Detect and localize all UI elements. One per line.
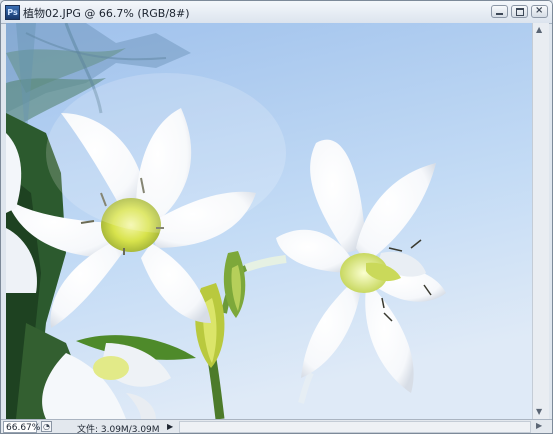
lily-photo xyxy=(6,23,532,419)
image-canvas[interactable] xyxy=(6,23,532,419)
maximize-icon xyxy=(516,8,524,16)
horizontal-scrollbar[interactable] xyxy=(179,421,531,433)
status-bar: 66.67% ◔ 文件: 3.09M/3.09M ▶ ▶ xyxy=(1,419,552,434)
zoom-level-field[interactable]: 66.67% xyxy=(3,421,40,433)
minimize-button[interactable] xyxy=(491,5,508,18)
document-title: 植物02.JPG @ 66.7% (RGB/8#) xyxy=(23,7,190,20)
scroll-right-icon[interactable]: ▶ xyxy=(536,421,542,430)
document-size-info: 文件: 3.09M/3.09M xyxy=(77,425,160,434)
scroll-up-icon[interactable]: ▲ xyxy=(536,25,542,34)
zoom-options-icon[interactable]: ◔ xyxy=(41,421,52,432)
close-button[interactable]: × xyxy=(531,5,548,18)
maximize-button[interactable] xyxy=(511,5,528,18)
close-icon: × xyxy=(535,5,544,16)
status-menu-arrow-icon[interactable]: ▶ xyxy=(167,421,177,433)
vertical-scrollbar[interactable]: ▲ ▼ xyxy=(532,23,549,419)
document-window: Ps 植物02.JPG @ 66.7% (RGB/8#) × ▲ ▼ 66.67… xyxy=(0,0,553,434)
minimize-icon xyxy=(496,13,503,15)
scroll-down-icon[interactable]: ▼ xyxy=(536,407,542,416)
photoshop-document-icon[interactable]: Ps xyxy=(5,5,20,20)
title-bar[interactable]: Ps 植物02.JPG @ 66.7% (RGB/8#) × xyxy=(1,1,552,24)
